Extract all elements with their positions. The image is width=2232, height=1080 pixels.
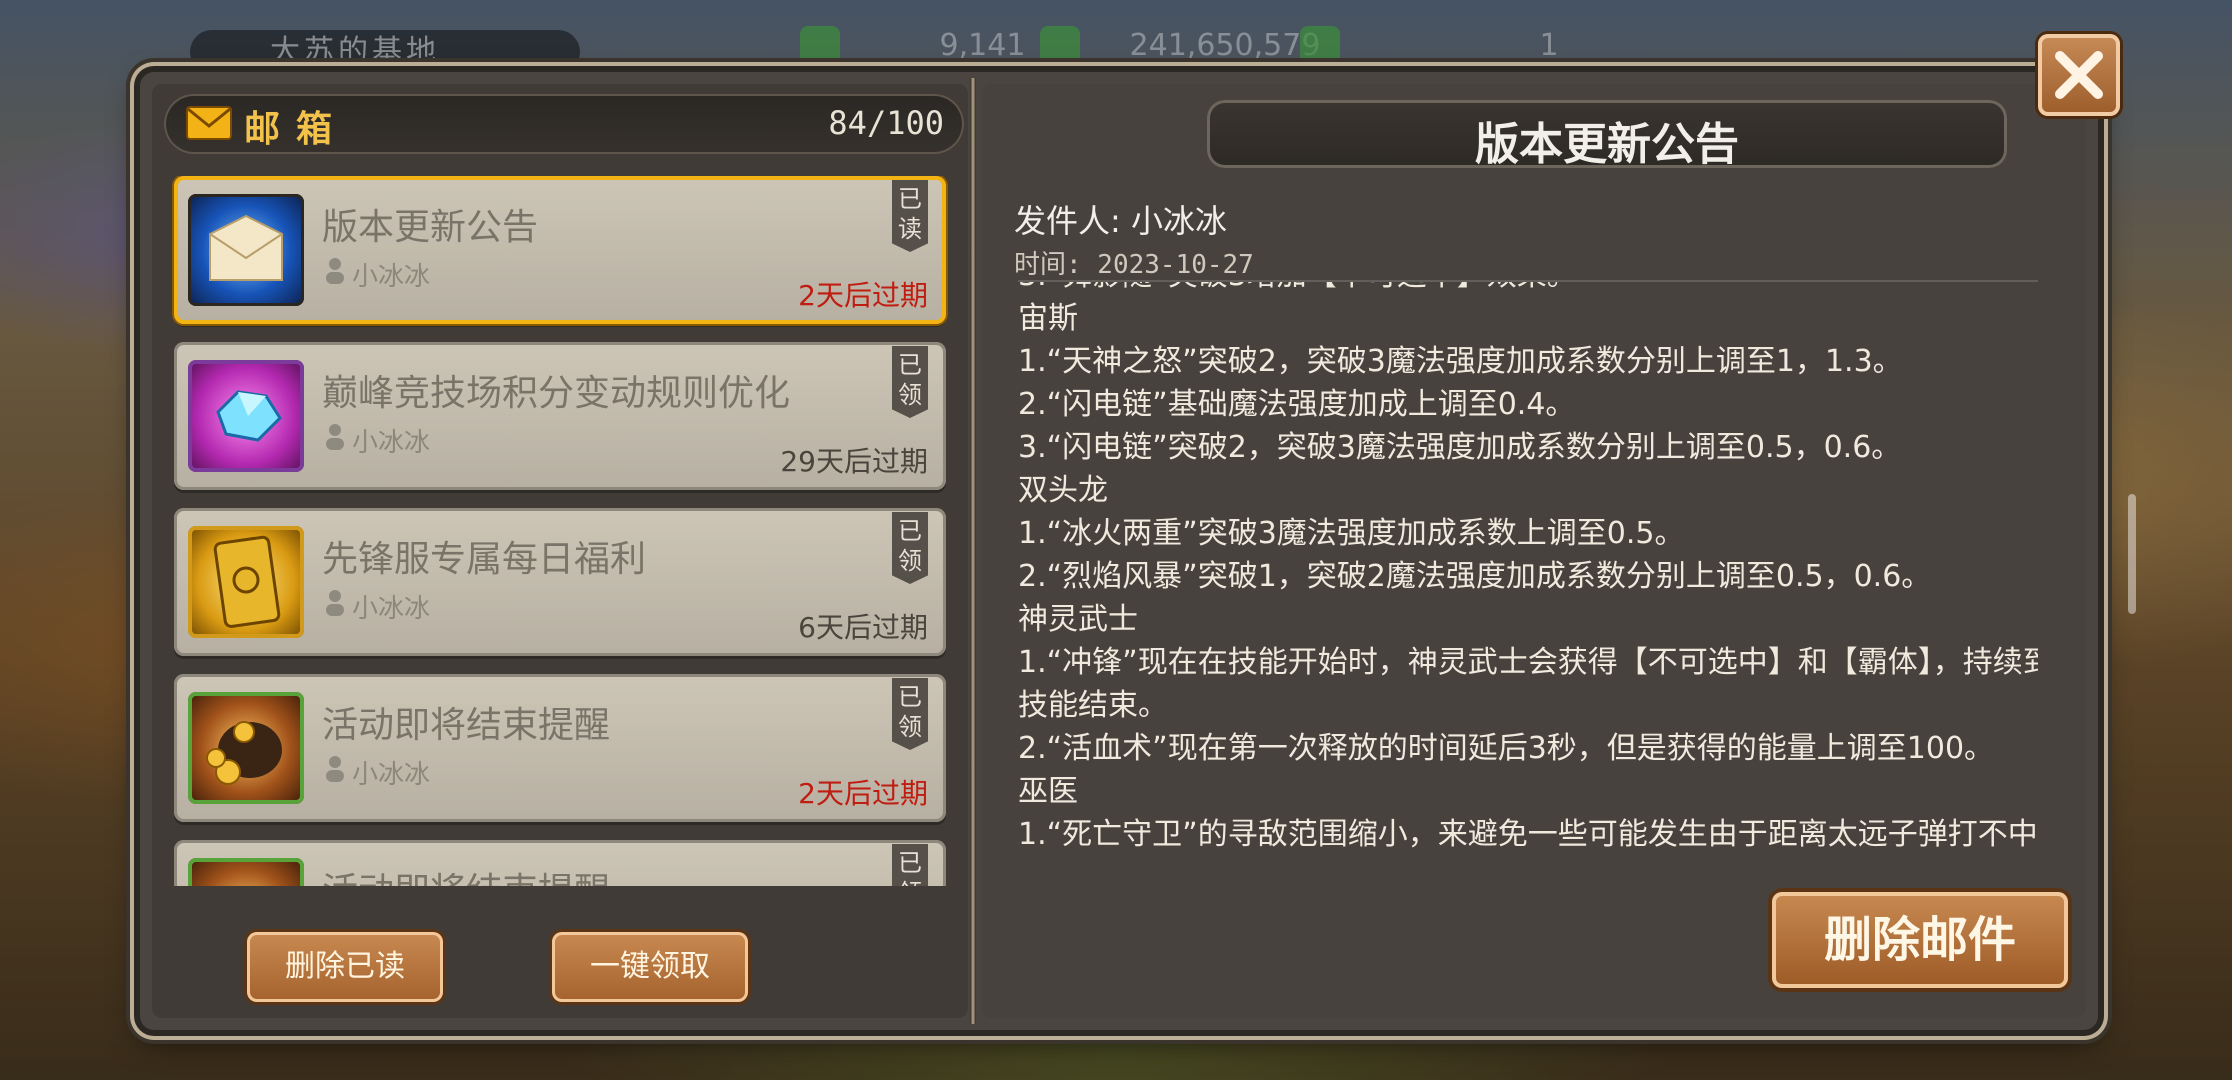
coin-bag-icon xyxy=(188,858,304,886)
body-line: 1.“天神之怒”突破2，突破3魔法强度加成系数分别上调至1，1.3。 xyxy=(1018,344,1903,379)
mail-status-tag: 已领 xyxy=(892,678,928,750)
mail-item[interactable]: 版本更新公告 小冰冰 2天后过期 已读 xyxy=(174,176,946,324)
sender-icon xyxy=(326,258,344,284)
close-icon xyxy=(2055,51,2103,99)
detail-sender: 发件人: 小冰冰 xyxy=(1014,202,1227,240)
mail-title: 巅峰竞技场积分变动规则优化 xyxy=(322,373,791,414)
mail-status-tag: 已领 xyxy=(892,346,928,418)
stamina-value: 1 xyxy=(1539,27,1559,63)
envelope-icon xyxy=(188,194,304,306)
mail-status-tag: 已领 xyxy=(892,844,928,886)
mail-title: 活动即将结束提醒 xyxy=(322,862,902,886)
body-line: 2.“烈焰风暴”突破1，突破2魔法强度加成系数分别上调至0.5，0.6。 xyxy=(1018,559,1932,594)
mail-list-actions: 删除已读 一键领取 xyxy=(152,904,968,1004)
stamina-counter: 1 xyxy=(1300,26,1559,66)
body-line: 技能结束。 xyxy=(1018,688,1168,723)
body-line: 1.“冲锋”现在在技能开始时，神灵武士会获得【不可选中】和【霸体】，持续到 xyxy=(1018,645,2038,680)
mail-title: 活动即将结束提醒 xyxy=(322,705,611,746)
sender-icon xyxy=(326,756,344,782)
delete-read-button[interactable]: 删除已读 xyxy=(247,932,443,1002)
plus-icon[interactable] xyxy=(1300,26,1340,66)
mail-sender: 小冰冰 xyxy=(352,760,431,790)
detail-title-bar: 版本更新公告 xyxy=(1207,100,2007,170)
body-line: 1.“死亡守卫”的寻敌范围缩小，来避免一些可能发生由于距离太远子弹打不中目 xyxy=(1018,817,2038,852)
body-line: 3.“闪电链”突破2，突破3魔法强度加成系数分别上调至0.5，0.6。 xyxy=(1018,430,1902,465)
mail-expiry: 6天后过期 xyxy=(798,611,928,644)
diamond-value: 9,141 xyxy=(939,27,1026,63)
mail-detail-pane: 版本更新公告 发件人: 小冰冰 时间: 2023-10-27 3.“舞影随”突破… xyxy=(982,84,2136,1018)
close-button[interactable] xyxy=(2038,34,2120,116)
sender-icon xyxy=(326,590,344,616)
plus-icon[interactable] xyxy=(800,26,840,66)
body-line: 2.“活血术”现在第一次释放的时间延后3秒，但是获得的能量上调至100。 xyxy=(1018,731,1995,766)
mail-expiry: 2天后过期 xyxy=(798,777,928,810)
mail-list-pane: 邮箱 84/100 版本更新公告 小冰冰 2天后过期 已读 巅峰竞技场积分变动规… xyxy=(152,84,968,1018)
mail-title: 先锋服专属每日福利 xyxy=(322,539,647,580)
mail-title: 版本更新公告 xyxy=(322,207,539,248)
card-icon xyxy=(188,526,304,638)
mail-list[interactable]: 版本更新公告 小冰冰 2天后过期 已读 巅峰竞技场积分变动规则优化 小冰冰 29… xyxy=(166,176,956,886)
mail-envelope-icon xyxy=(186,106,232,140)
mail-status-tag: 已领 xyxy=(892,512,928,584)
player-name: 大苏的基地 xyxy=(190,30,580,74)
mail-sender: 小冰冰 xyxy=(352,594,431,624)
gold-counter: 241,650,579 xyxy=(1040,26,1320,66)
gem-icon xyxy=(188,360,304,472)
detail-scrollbar[interactable] xyxy=(2128,494,2136,614)
mail-item[interactable]: 活动即将结束提醒 小冰冰 2天后过期 已领 xyxy=(174,674,946,822)
coin-bag-icon xyxy=(188,692,304,804)
diamond-counter: 9,141 xyxy=(800,26,1025,66)
body-line: 宙斯 xyxy=(1018,301,1078,336)
mail-expiry: 29天后过期 xyxy=(780,445,928,478)
mail-panel: 邮箱 84/100 版本更新公告 小冰冰 2天后过期 已读 巅峰竞技场积分变动规… xyxy=(140,72,2136,1030)
body-line: 1.“冰火两重”突破3魔法强度加成系数上调至0.5。 xyxy=(1018,516,1685,551)
mail-item[interactable]: 先锋服专属每日福利 小冰冰 6天后过期 已领 xyxy=(174,508,946,656)
delete-mail-button[interactable]: 删除邮件 xyxy=(1772,892,2068,988)
mail-sender: 小冰冰 xyxy=(352,428,431,458)
mail-status-tag: 已读 xyxy=(892,180,928,252)
gold-value: 241,650,579 xyxy=(1129,27,1321,63)
mail-sender: 小冰冰 xyxy=(352,262,431,292)
body-line: 巫医 xyxy=(1018,774,1078,809)
plus-icon[interactable] xyxy=(1040,26,1080,66)
top-resource-bar: 大苏的基地 9,141 241,650,579 1 xyxy=(190,20,2110,74)
mail-count: 84/100 xyxy=(828,104,944,142)
pane-divider xyxy=(970,78,976,1024)
body-line: 神灵武士 xyxy=(1018,602,1138,637)
body-line: 2.“闪电链”基础魔法强度加成上调至0.4。 xyxy=(1018,387,1576,422)
mail-item[interactable]: 巅峰竞技场积分变动规则优化 小冰冰 29天后过期 已领 xyxy=(174,342,946,490)
body-line: 3.“舞影随”突破3增加【不可选中】效果。 xyxy=(1018,282,2038,297)
detail-body[interactable]: 3.“舞影随”突破3增加【不可选中】效果。 宙斯 1.“天神之怒”突破2，突破3… xyxy=(1018,280,2038,942)
mailbox-title: 邮箱 xyxy=(244,109,349,150)
body-line: 双头龙 xyxy=(1018,473,1108,508)
detail-title: 版本更新公告 xyxy=(1475,119,1739,170)
mailbox-header: 邮箱 84/100 xyxy=(164,94,964,154)
detail-time: 时间: 2023-10-27 xyxy=(1014,250,1254,280)
mail-item[interactable]: 活动即将结束提醒 已领 xyxy=(174,840,946,886)
sender-icon xyxy=(326,424,344,450)
claim-all-button[interactable]: 一键领取 xyxy=(552,932,748,1002)
mail-expiry: 2天后过期 xyxy=(798,279,928,312)
